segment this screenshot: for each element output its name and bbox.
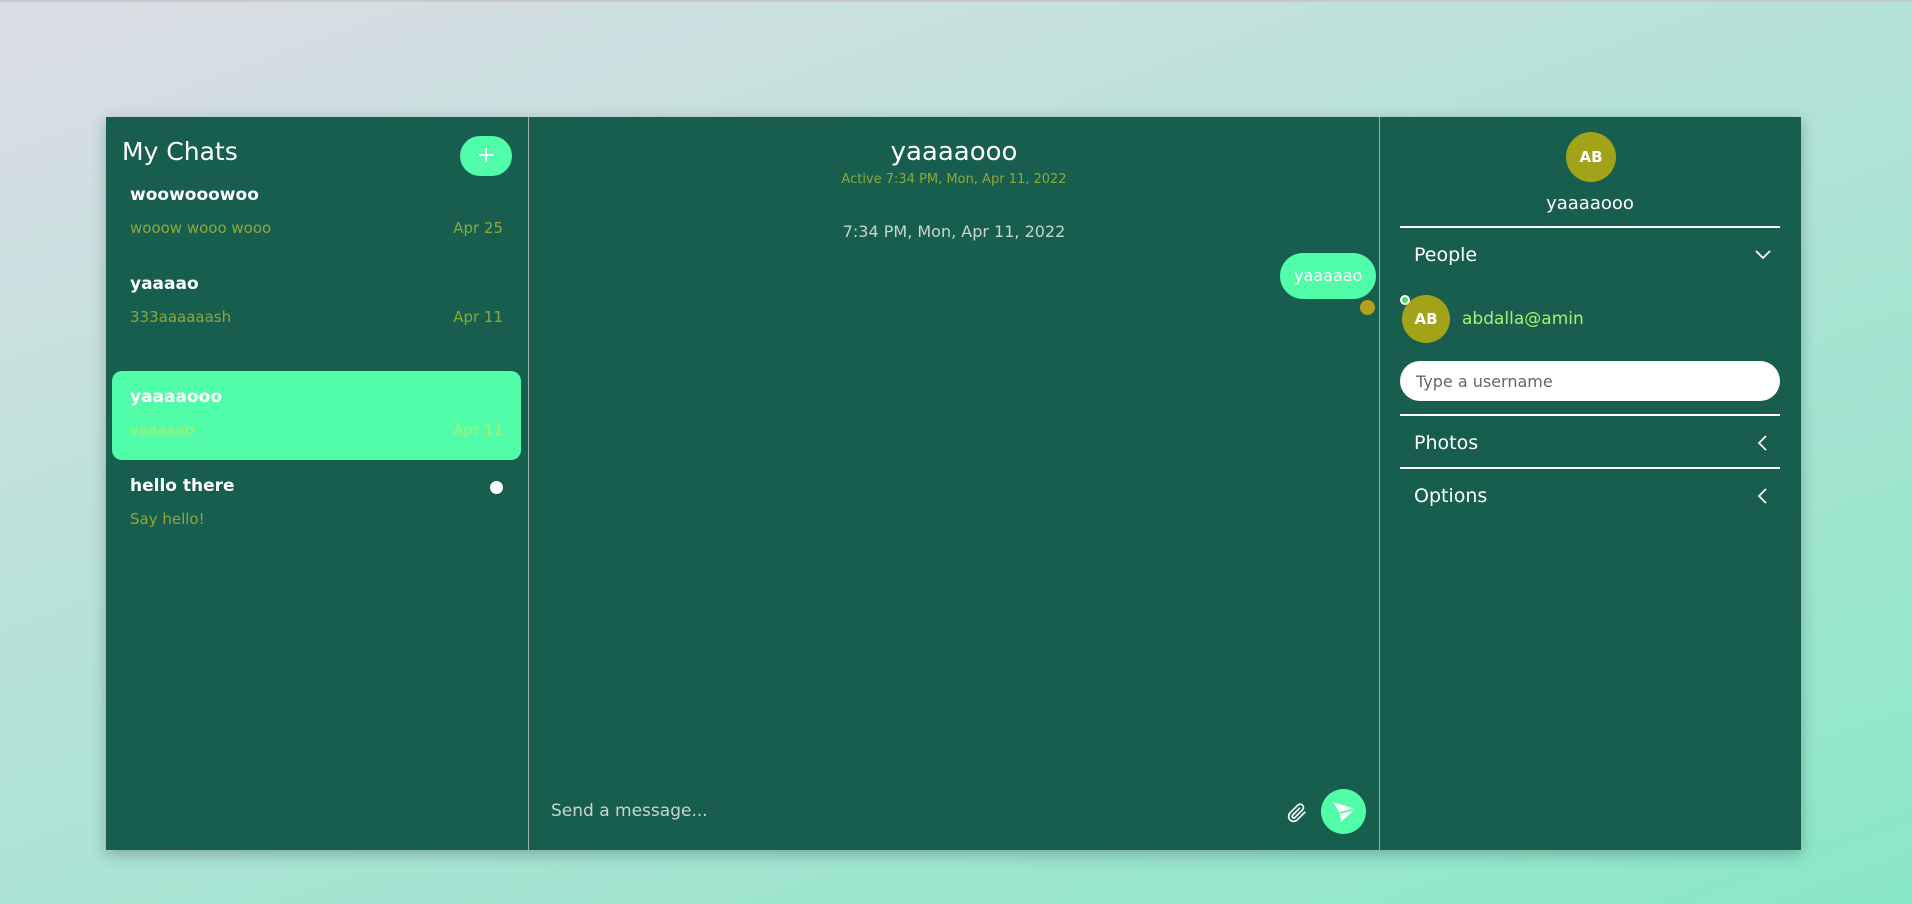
chevron-left-icon[interactable] (1754, 434, 1772, 452)
chat-settings-title: yaaaaooo (1546, 193, 1634, 214)
unread-indicator (490, 481, 503, 494)
chat-card-date: Apr 25 (453, 219, 503, 237)
chat-card-preview: yaaaaao (130, 421, 195, 439)
divider (1400, 226, 1780, 228)
chevron-left-icon[interactable] (1754, 487, 1772, 505)
message-bubble: yaaaaao (1280, 253, 1377, 299)
person-username: abdalla@amin (1462, 309, 1584, 329)
divider (1400, 414, 1780, 416)
online-status-indicator (1400, 295, 1410, 305)
message-timestamp: 7:34 PM, Mon, Apr 11, 2022 (842, 222, 1066, 241)
chat-card-woowooowoo[interactable]: woowooowoo wooow wooo wooo Apr 25 (112, 169, 521, 258)
chat-card-yaaaao[interactable]: yaaaao 333aaaaaash Apr 11 (112, 258, 521, 347)
send-button[interactable] (1321, 789, 1366, 834)
chat-feed-panel: yaaaaooo Active 7:34 PM, Mon, Apr 11, 20… (528, 117, 1380, 850)
paperclip-icon[interactable] (1287, 803, 1307, 823)
photos-section-label[interactable]: Photos (1414, 432, 1478, 454)
chat-title: yaaaaooo (890, 137, 1018, 167)
options-section-label[interactable]: Options (1414, 485, 1487, 507)
chevron-down-icon[interactable] (1754, 246, 1772, 264)
chat-card-yaaaaooo[interactable]: yaaaaooo yaaaaao Apr 11 (112, 371, 521, 460)
chat-card-date: Apr 11 (453, 421, 503, 439)
top-border (0, 0, 1912, 2)
read-receipt-avatar (1360, 300, 1375, 315)
divider (1400, 467, 1780, 469)
chat-card-preview: wooow wooo wooo (130, 219, 272, 237)
send-icon (1333, 802, 1356, 822)
people-section-label[interactable]: People (1414, 244, 1477, 266)
plus-icon: + (476, 143, 496, 168)
chat-card-date: Apr 11 (453, 308, 503, 326)
chat-card-title: woowooowoo (130, 185, 259, 205)
chat-list-title: My Chats (122, 137, 238, 166)
chat-active-status: Active 7:34 PM, Mon, Apr 11, 2022 (841, 172, 1067, 187)
message-input[interactable] (549, 797, 1113, 825)
chat-list-panel: My Chats + woowooowoo wooow wooo wooo Ap… (106, 117, 528, 850)
chat-settings-panel: AB yaaaaooo People AB abdalla@amin Photo… (1379, 117, 1801, 850)
chat-card-preview: 333aaaaaash (130, 308, 232, 326)
chat-card-title: yaaaaooo (130, 387, 223, 407)
chat-avatar: AB (1566, 132, 1616, 182)
add-member-input[interactable] (1400, 361, 1780, 401)
chat-card-title: hello there (130, 476, 235, 496)
chat-card-hello-there[interactable]: hello there Say hello! (112, 460, 521, 549)
chat-app: My Chats + woowooowoo wooow wooo wooo Ap… (106, 117, 1801, 850)
chat-card-title: yaaaao (130, 274, 199, 294)
chat-card-preview: Say hello! (130, 510, 205, 528)
